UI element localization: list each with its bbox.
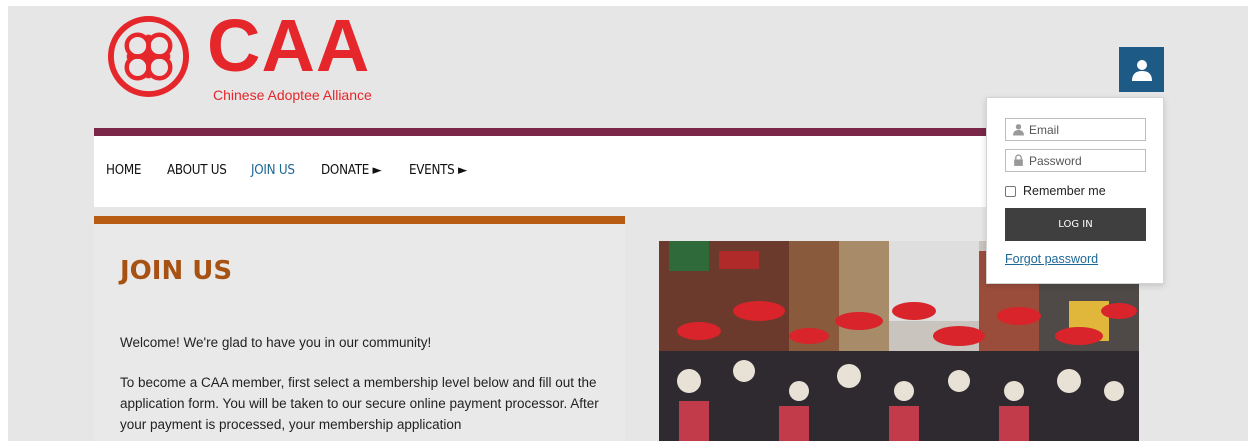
remember-me-label: Remember me [1023, 184, 1106, 198]
brand-name: CAA [207, 4, 371, 87]
brand-tagline: Chinese Adoptee Alliance [213, 87, 372, 103]
remember-me-checkbox[interactable] [1005, 185, 1016, 197]
nav-item-events[interactable]: EVENTS ► [409, 163, 467, 178]
remember-me: Remember me [1005, 184, 1106, 198]
intro-text: To become a CAA member, first select a m… [120, 375, 599, 432]
nav-item-about-us[interactable]: ABOUT US [167, 163, 227, 178]
nav-item-donate[interactable]: DONATE ► [321, 163, 382, 178]
password-placeholder: Password [1029, 153, 1082, 168]
login-dropdown: Email Password Remember me LOG IN Forgot… [986, 97, 1164, 284]
welcome-text: Welcome! We're glad to have you in our c… [120, 335, 432, 350]
user-menu-button[interactable] [1119, 47, 1164, 92]
card-accent-bar [94, 216, 625, 224]
site-logo[interactable]: CAA Chinese Adoptee Alliance [107, 9, 407, 105]
knot-logo-icon [107, 15, 190, 98]
page-title: JOIN US [120, 256, 233, 286]
login-button[interactable]: LOG IN [1005, 208, 1146, 241]
email-field[interactable]: Email [1005, 118, 1146, 141]
lock-icon [1014, 154, 1023, 166]
password-field[interactable]: Password [1005, 149, 1146, 172]
nav-item-home[interactable]: HOME [106, 163, 141, 178]
nav-item-join-us[interactable]: JOIN US [251, 163, 295, 178]
forgot-password-link[interactable]: Forgot password [1005, 252, 1098, 266]
user-icon [1013, 124, 1024, 136]
email-placeholder: Email [1029, 122, 1060, 137]
user-icon [1131, 59, 1152, 81]
